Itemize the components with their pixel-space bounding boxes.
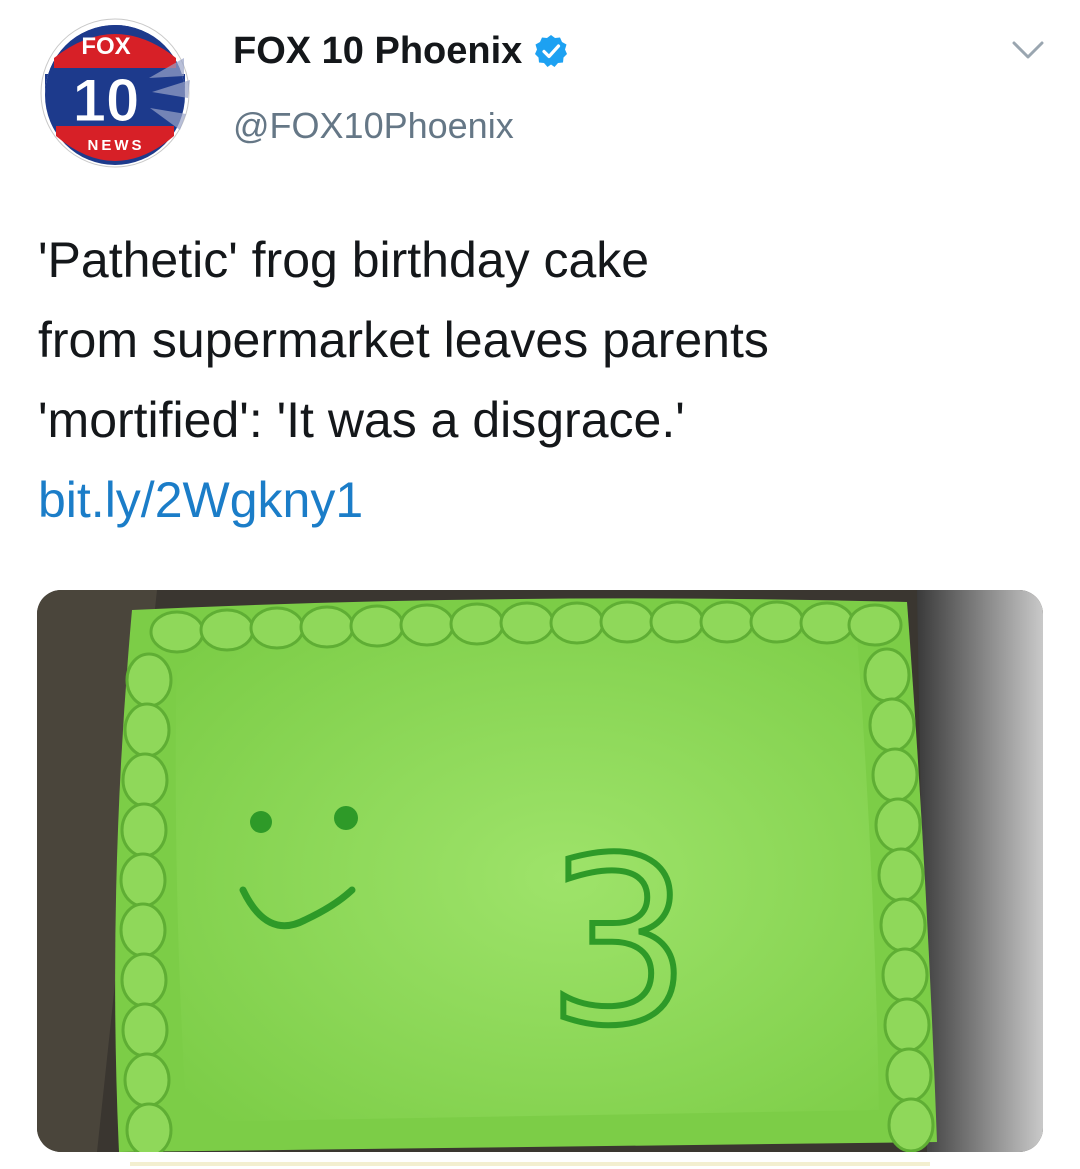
account-handle[interactable]: @FOX10Phoenix <box>233 104 514 148</box>
cake-eye-right <box>334 806 358 830</box>
cake-eye-left <box>250 811 272 833</box>
tweet-text-line: 'mortified': 'It was a disgrace.' <box>38 392 685 448</box>
verified-badge-icon <box>535 35 568 67</box>
logo-text-10: 10 <box>73 67 140 134</box>
tweet-text: 'Pathetic' frog birthday cake from super… <box>38 220 1048 540</box>
fox10-logo: FOX 10 NEWS <box>40 18 190 168</box>
account-display-name[interactable]: FOX 10 Phoenix <box>233 28 522 74</box>
tweet-link[interactable]: bit.ly/2Wgkny1 <box>38 460 1048 540</box>
tweet-text-line: 'Pathetic' frog birthday cake <box>38 232 650 288</box>
tweet-media-image[interactable]: 3 <box>37 590 1043 1152</box>
cake-number-three: 3 <box>546 810 692 1077</box>
account-display-name-row[interactable]: FOX 10 Phoenix <box>233 28 568 74</box>
logo-text-news: NEWS <box>88 137 145 154</box>
frog-cake-photo: 3 <box>37 590 1043 1152</box>
tweet-text-line: from supermarket leaves parents <box>38 312 769 368</box>
logo-text-fox: FOX <box>81 33 130 60</box>
bottom-divider <box>130 1162 930 1166</box>
account-avatar[interactable]: FOX 10 NEWS <box>34 18 196 168</box>
chevron-down-icon[interactable] <box>1010 38 1046 62</box>
